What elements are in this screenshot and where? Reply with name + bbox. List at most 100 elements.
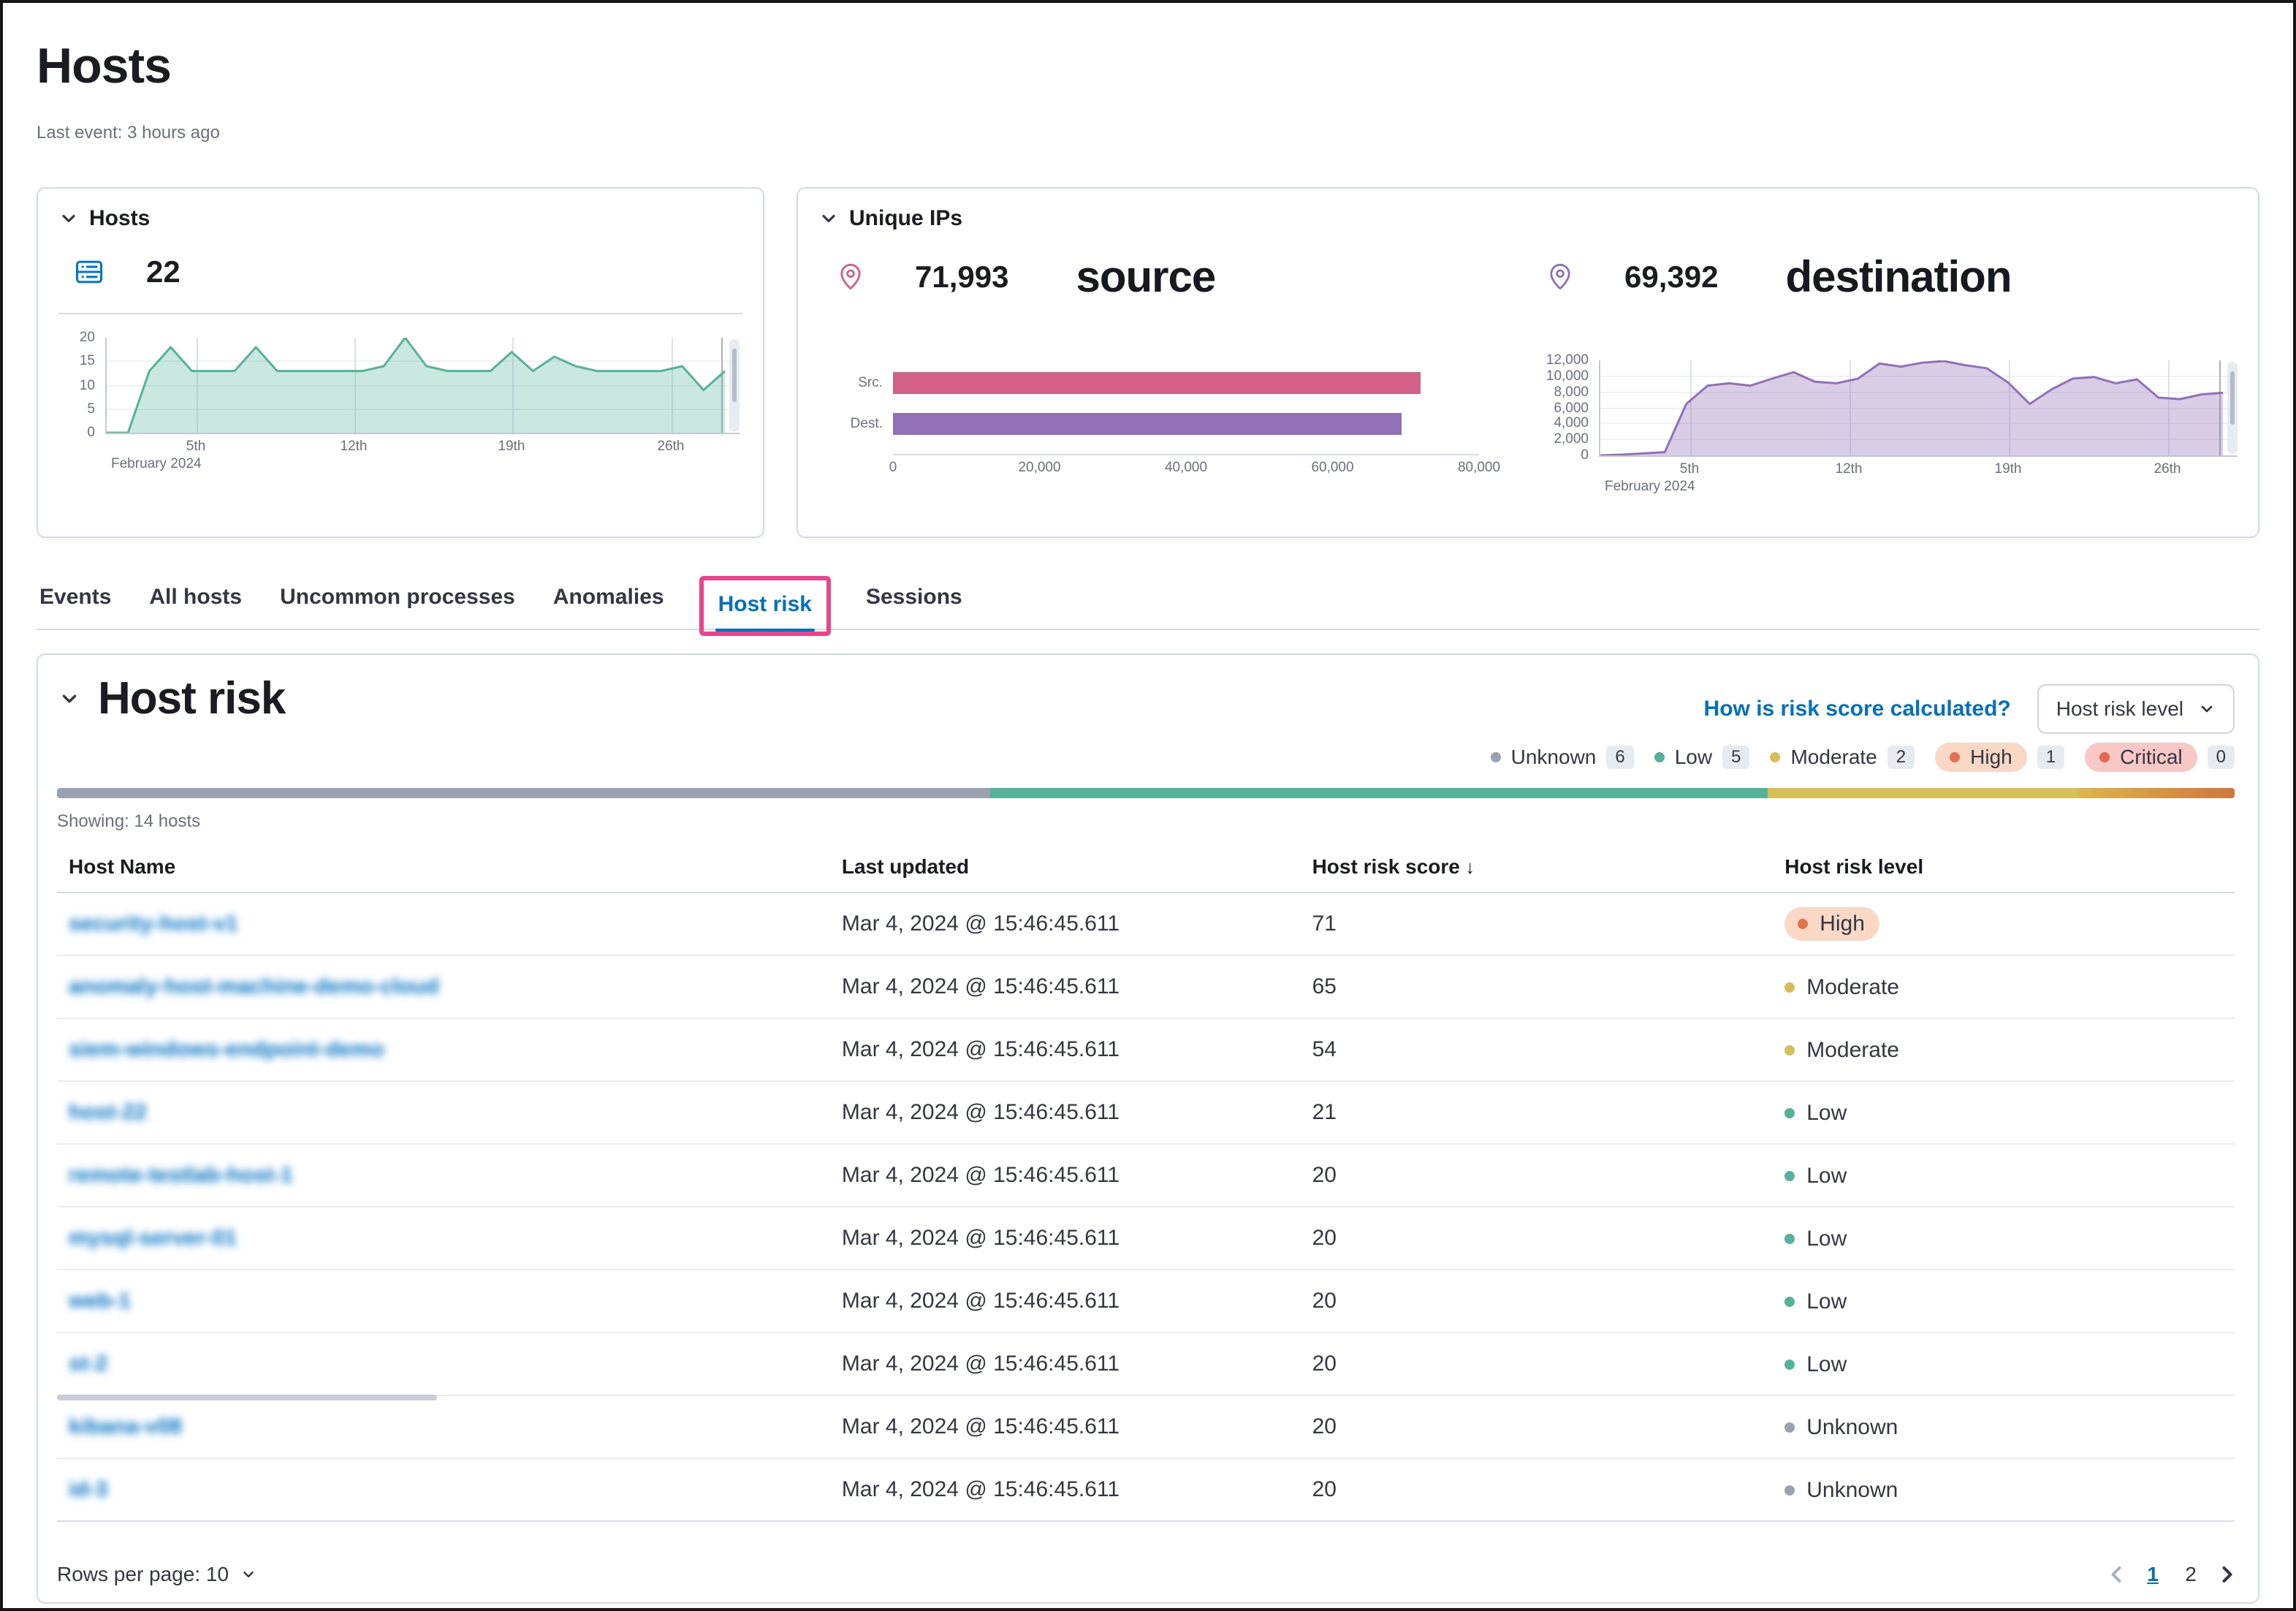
- x-axis-label: 80,000: [1458, 460, 1500, 476]
- level-label: Low: [1806, 1227, 1847, 1251]
- bar-row-src: Src.: [818, 372, 1479, 394]
- previous-page-button[interactable]: [2103, 1561, 2129, 1588]
- host-risk-tab-highlight-box: Host risk: [699, 576, 831, 636]
- next-page-button[interactable]: [2214, 1561, 2240, 1588]
- host-name-cell: remote-testlab-host-1: [57, 1144, 830, 1207]
- level-label: Moderate: [1806, 1038, 1899, 1063]
- severity-pill: Critical: [2085, 743, 2197, 772]
- host-name-cell: host-22: [57, 1081, 830, 1144]
- severity-dot: [1784, 1485, 1795, 1496]
- x-axis-label: 5th: [1680, 461, 1699, 477]
- column-header-last-updated[interactable]: Last updated: [830, 841, 1301, 892]
- host-risk-level-badge: High: [1784, 907, 1879, 941]
- host-last-updated: Mar 4, 2024 @ 15:46:45.611: [830, 1144, 1301, 1207]
- table-row: id-3Mar 4, 2024 @ 15:46:45.61120Unknown: [57, 1458, 2235, 1521]
- host-risk-level-badge: Moderate: [1784, 1038, 1899, 1063]
- collapse-chevron-icon[interactable]: [818, 208, 839, 229]
- legend-label: Low: [1675, 746, 1712, 769]
- level-label: Moderate: [1806, 975, 1899, 1000]
- tab-all-hosts[interactable]: All hosts: [146, 576, 245, 629]
- column-header-host-name[interactable]: Host Name: [57, 841, 830, 892]
- x-axis-label: 40,000: [1165, 460, 1207, 476]
- chart-scrollbar[interactable]: [2227, 362, 2238, 454]
- y-axis-label: 4,000: [1554, 416, 1589, 431]
- table-row: st-2Mar 4, 2024 @ 15:46:45.61120Low: [57, 1333, 2235, 1395]
- host-risk-panel: Host risk How is risk score calculated? …: [37, 653, 2259, 1604]
- host-name-link[interactable]: host-22: [69, 1100, 147, 1124]
- severity-dot: [1784, 1108, 1795, 1118]
- severity-dot: [1798, 919, 1808, 929]
- host-name-cell: kibana-v08: [57, 1395, 830, 1458]
- page-1-button[interactable]: 1: [2138, 1560, 2167, 1589]
- pagination: 1 2: [2103, 1560, 2240, 1589]
- tab-sessions[interactable]: Sessions: [863, 576, 965, 629]
- chart-scrollbar[interactable]: [729, 339, 740, 431]
- level-label: Unknown: [1806, 1478, 1898, 1503]
- host-name-link[interactable]: security-host-v1: [69, 911, 238, 936]
- column-header-host-risk-score[interactable]: Host risk score ↓: [1301, 841, 1774, 892]
- host-last-updated: Mar 4, 2024 @ 15:46:45.611: [830, 955, 1301, 1018]
- destination-pin-icon: [1546, 261, 1575, 293]
- bar-track: [893, 413, 1479, 435]
- horizontal-scrollbar[interactable]: [57, 1395, 437, 1400]
- risk-score-help-link[interactable]: How is risk score calculated?: [1704, 697, 2011, 721]
- tab-anomalies[interactable]: Anomalies: [550, 576, 667, 629]
- column-header-host-risk-level[interactable]: Host risk level: [1773, 841, 2235, 892]
- collapse-chevron-icon[interactable]: [58, 688, 80, 710]
- host-name-link[interactable]: siem-windows-endpoint-demo: [69, 1037, 384, 1061]
- host-name-link[interactable]: st-2: [69, 1352, 107, 1376]
- filter-button-label: Host risk level: [2056, 697, 2183, 721]
- host-name-cell: id-3: [57, 1458, 830, 1521]
- host-name-link[interactable]: web-1: [69, 1289, 131, 1313]
- host-risk-level-badge: Low: [1784, 1101, 1847, 1126]
- risk-distribution-segment-unknown: [57, 788, 990, 798]
- tab-events[interactable]: Events: [37, 576, 114, 629]
- host-name-link[interactable]: mysql-server-01: [69, 1226, 237, 1250]
- unique-ips-area-chart: 02,0004,0006,0008,00010,00012,000 5th12t…: [1532, 360, 2238, 498]
- tab-host-risk[interactable]: Host risk: [715, 583, 815, 632]
- risk-distribution-bar: [57, 788, 2235, 798]
- host-name-link[interactable]: anomaly-host-machine-demo-cloud: [69, 974, 439, 998]
- divider: [58, 313, 742, 314]
- rows-per-page-button[interactable]: Rows per page: 10: [57, 1563, 256, 1586]
- bar-category-label: Dest.: [818, 416, 883, 432]
- x-axis-label: 60,000: [1311, 460, 1353, 476]
- table-row: kibana-v08Mar 4, 2024 @ 15:46:45.61120Un…: [57, 1395, 2235, 1458]
- host-last-updated: Mar 4, 2024 @ 15:46:45.611: [830, 1458, 1301, 1521]
- hosts-count: 22: [146, 254, 180, 289]
- host-name-cell: st-2: [57, 1333, 830, 1395]
- host-name-link[interactable]: kibana-v08: [69, 1414, 182, 1438]
- y-axis-label: 10,000: [1546, 369, 1589, 384]
- host-name-cell: anomaly-host-machine-demo-cloud: [57, 955, 830, 1018]
- page-2-button[interactable]: 2: [2176, 1560, 2205, 1589]
- legend-item-critical: Critical0: [2085, 743, 2235, 772]
- x-axis-label: 12th: [1836, 461, 1863, 477]
- host-name-link[interactable]: remote-testlab-host-1: [69, 1163, 293, 1187]
- host-name-cell: mysql-server-01: [57, 1207, 830, 1270]
- x-axis: 5th12th19th26th: [1599, 457, 2238, 479]
- host-name-link[interactable]: id-3: [69, 1477, 107, 1501]
- host-risk-level-filter-button[interactable]: Host risk level: [2037, 684, 2235, 734]
- bar-row-dest: Dest.: [818, 413, 1479, 435]
- host-risk-score: 65: [1301, 955, 1774, 1018]
- hosts-tabs: Events All hosts Uncommon processes Anom…: [37, 576, 2259, 630]
- table-row: web-1Mar 4, 2024 @ 15:46:45.61120Low: [57, 1270, 2235, 1333]
- y-axis-label: 10: [80, 379, 95, 393]
- y-axis-label: 6,000: [1554, 401, 1589, 416]
- host-risk-score: 20: [1301, 1144, 1774, 1207]
- table-row: host-22Mar 4, 2024 @ 15:46:45.61121Low: [57, 1081, 2235, 1144]
- level-label: Low: [1806, 1289, 1847, 1314]
- source-ips-count: 71,993: [915, 259, 1008, 295]
- severity-dot: [1784, 1422, 1795, 1433]
- y-axis-label: 12,000: [1546, 353, 1589, 368]
- collapse-chevron-icon[interactable]: [58, 208, 79, 229]
- risk-distribution-segment-low: [990, 788, 1768, 798]
- x-axis-month-label: February 2024: [105, 456, 740, 475]
- host-risk-level-cell: Unknown: [1773, 1458, 2235, 1521]
- x-axis: 5th12th19th26th: [105, 434, 740, 456]
- host-risk-table: Host NameLast updatedHost risk score ↓Ho…: [57, 841, 2235, 1522]
- tab-uncommon-processes[interactable]: Uncommon processes: [277, 576, 518, 629]
- host-risk-level-badge: Moderate: [1784, 975, 1899, 1000]
- x-axis-label: 20,000: [1018, 460, 1060, 476]
- legend-label: Critical: [2120, 746, 2183, 769]
